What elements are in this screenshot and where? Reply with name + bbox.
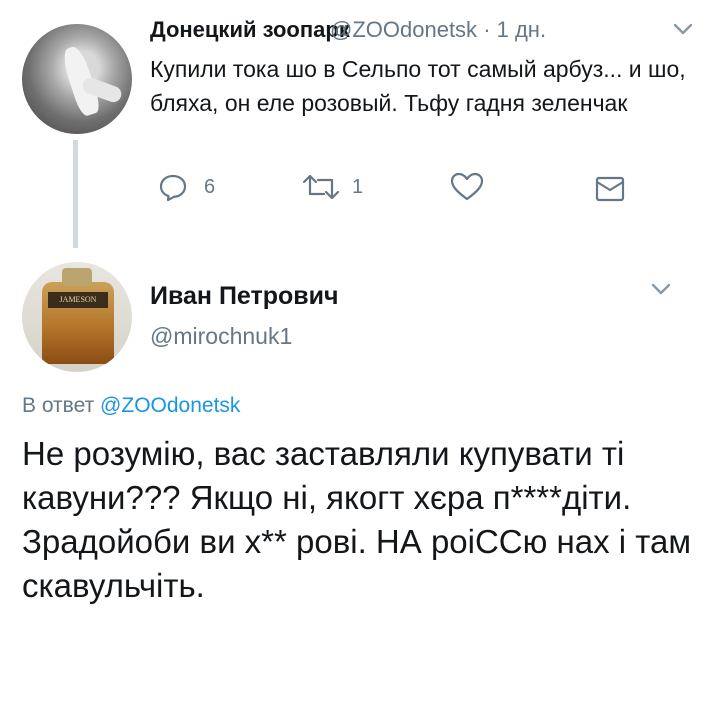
reply-menu-button[interactable] [650, 282, 672, 296]
reply-context: В ответ @ZOOdonetsk [22, 394, 240, 418]
parent-handle-text[interactable]: @ZOOdonetsk [330, 17, 477, 42]
like-action-button[interactable] [450, 172, 484, 202]
reply-context-prefix: В ответ [22, 394, 95, 417]
parent-author-name[interactable]: Донецкий зоопарк [150, 17, 350, 43]
reply-tweet-text: Не розумію, вас заставляли купувати ті к… [22, 435, 692, 604]
retweet-action-button[interactable] [300, 172, 342, 202]
reply-count: 6 [204, 176, 216, 198]
reply-author-name[interactable]: Иван Петрович [150, 282, 339, 311]
envelope-icon [595, 176, 625, 202]
retweet-count: 1 [352, 176, 364, 198]
retweet-icon [302, 174, 340, 200]
heart-icon [450, 172, 484, 201]
parent-author-handle[interactable]: @ZOOdonetsk · 1 дн. [330, 17, 546, 43]
avatar-ivan[interactable]: JAMESON [22, 262, 132, 372]
dm-action-button[interactable] [595, 176, 625, 202]
avatar-bottle-neck [62, 268, 92, 286]
parent-time[interactable]: · 1 дн. [483, 17, 546, 42]
reply-author-handle[interactable]: @mirochnuk1 [150, 323, 292, 350]
reply-icon [159, 174, 187, 202]
reply-context-handle-link[interactable]: @ZOOdonetsk [100, 394, 240, 417]
chevron-down-icon [651, 283, 671, 295]
reply-action-button[interactable] [158, 172, 188, 202]
parent-tweet-text: Купили тока шо в Сельпо тот самый арбуз.… [150, 56, 686, 116]
thread-connector-line [73, 140, 78, 248]
parent-menu-button[interactable] [672, 22, 694, 36]
avatar-bottle-label: JAMESON [48, 292, 108, 308]
avatar-zoo[interactable] [22, 24, 132, 134]
chevron-down-icon [673, 23, 693, 35]
